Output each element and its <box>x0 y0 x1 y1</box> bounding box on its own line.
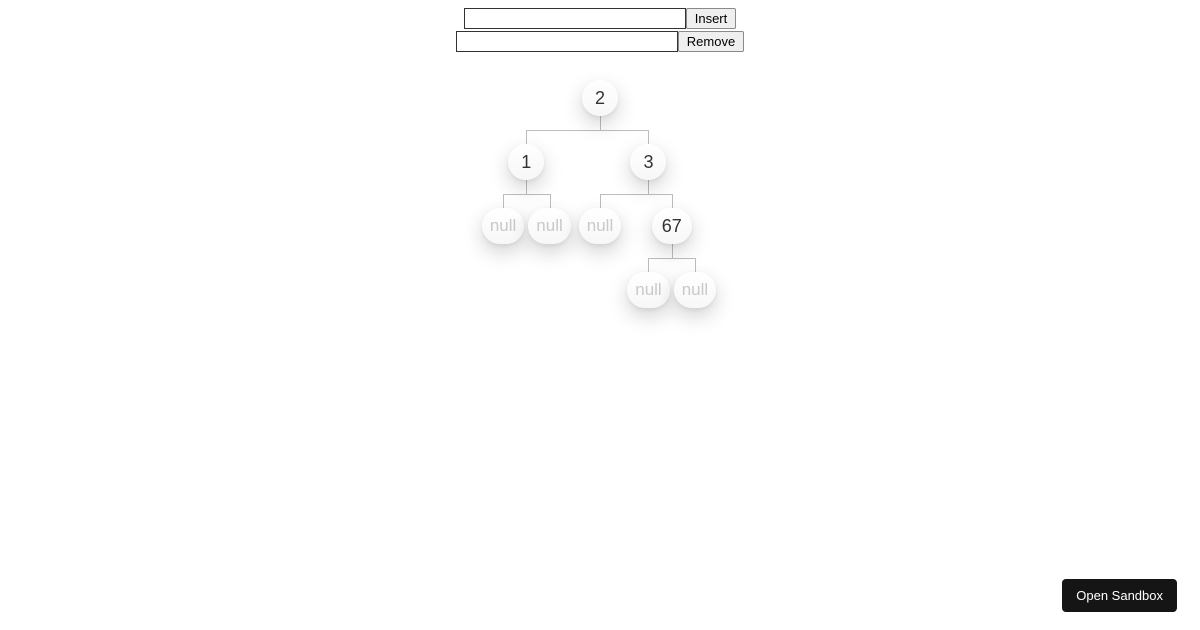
tree-children: null67nullnull <box>577 208 720 308</box>
insert-button[interactable]: Insert <box>686 8 737 29</box>
tree-node: 3 <box>630 144 666 180</box>
tree-node-wrapper: 1 nullnull <box>478 144 575 308</box>
tree-node-null: null <box>579 208 621 244</box>
insert-row: Insert <box>464 8 737 29</box>
tree-node-null: null <box>674 272 716 308</box>
tree-node-wrapper: null <box>526 208 572 244</box>
remove-input[interactable] <box>456 31 678 52</box>
tree-children: nullnull <box>625 272 718 308</box>
binary-tree: 21nullnull3null67nullnull <box>476 80 724 308</box>
tree-node-wrapper: null <box>480 208 526 244</box>
tree-children: 1nullnull3null67nullnull <box>478 144 722 308</box>
tree-node-null: null <box>482 208 524 244</box>
tree-children: nullnull <box>480 208 573 244</box>
tree-node-wrapper: null <box>672 272 718 308</box>
tree-node-null: null <box>528 208 570 244</box>
tree-node: 67 <box>652 208 692 244</box>
tree-node-null: null <box>627 272 669 308</box>
open-sandbox-button[interactable]: Open Sandbox <box>1062 579 1177 612</box>
tree-node-wrapper: 3null67nullnull <box>575 144 722 308</box>
tree-container: 21nullnull3null67nullnull <box>0 80 1200 308</box>
tree-node: 1 <box>508 144 544 180</box>
insert-input[interactable] <box>464 8 686 29</box>
tree-node-wrapper: null <box>577 208 623 308</box>
controls: Insert Remove <box>0 0 1200 52</box>
remove-button[interactable]: Remove <box>678 31 744 52</box>
tree-node: 2 <box>582 80 618 116</box>
tree-node-wrapper: 67 nullnull <box>623 208 720 308</box>
tree-node-wrapper: null <box>625 272 671 308</box>
remove-row: Remove <box>456 31 744 52</box>
tree-node-wrapper: 21nullnull3null67nullnull <box>476 80 724 308</box>
